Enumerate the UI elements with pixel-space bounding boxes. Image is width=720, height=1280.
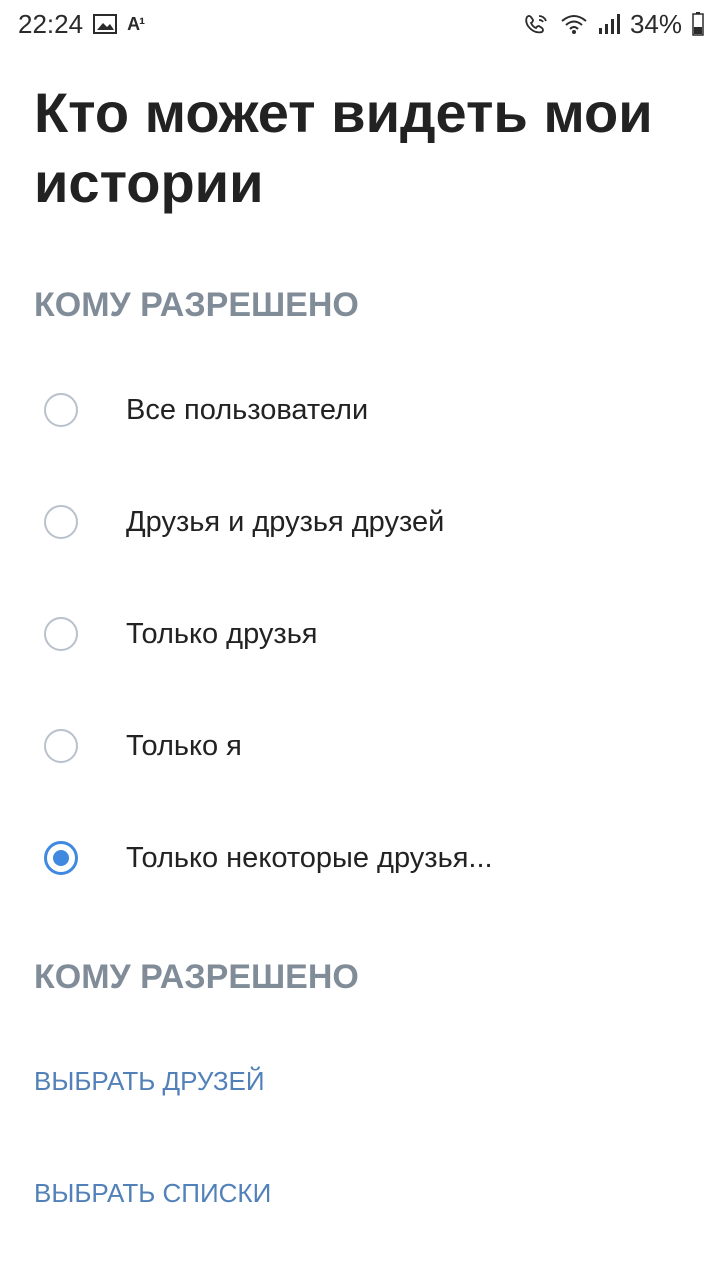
- page-title: Кто может видеть мои истории: [34, 81, 653, 214]
- option-label: Друзья и друзья друзей: [126, 505, 445, 538]
- status-time: 22:24: [18, 8, 84, 39]
- radio-button[interactable]: [44, 393, 78, 427]
- option-some-friends[interactable]: Только некоторые друзья...: [0, 802, 720, 914]
- status-bar-right: 34%: [524, 9, 704, 40]
- option-label: Только друзья: [126, 617, 318, 650]
- option-friends-of-friends[interactable]: Друзья и друзья друзей: [0, 466, 720, 578]
- option-label: Только я: [126, 729, 242, 762]
- wifi-calling-icon: [524, 13, 550, 35]
- status-bar: 22:24 A¹ 34%: [0, 0, 720, 48]
- option-only-me[interactable]: Только я: [0, 690, 720, 802]
- choose-lists-link[interactable]: ВЫБРАТЬ СПИСКИ: [34, 1178, 271, 1209]
- radio-button[interactable]: [44, 505, 78, 539]
- choose-friends-link[interactable]: ВЫБРАТЬ ДРУЗЕЙ: [34, 1066, 265, 1097]
- option-all-users[interactable]: Все пользователи: [0, 354, 720, 466]
- battery-icon: [692, 12, 704, 36]
- carrier-badge: A¹: [127, 13, 145, 34]
- option-label: Все пользователи: [126, 393, 369, 426]
- gallery-icon: [93, 14, 118, 34]
- signal-icon: [598, 13, 620, 35]
- wifi-icon: [560, 13, 588, 35]
- radio-button[interactable]: [44, 729, 78, 763]
- status-bar-left: 22:24 A¹: [18, 8, 145, 40]
- battery-percentage: 34%: [629, 8, 682, 39]
- option-label: Только некоторые друзья...: [126, 841, 493, 874]
- radio-button-selected[interactable]: [44, 841, 78, 875]
- section-header-allowed-2: КОМУ РАЗРЕШЕНО: [34, 958, 359, 996]
- section-header-allowed: КОМУ РАЗРЕШЕНО: [34, 286, 359, 324]
- radio-button[interactable]: [44, 617, 78, 651]
- option-friends-only[interactable]: Только друзья: [0, 578, 720, 690]
